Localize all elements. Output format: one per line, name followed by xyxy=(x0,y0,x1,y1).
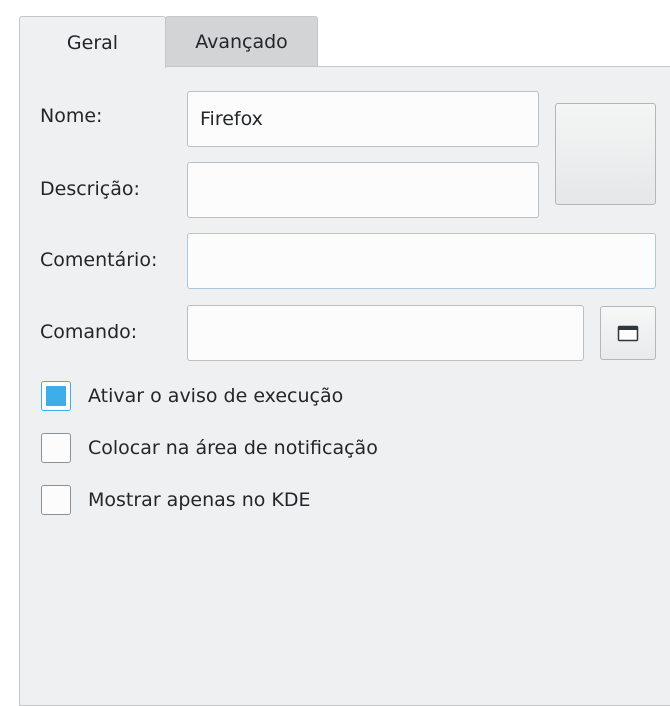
tab-advanced[interactable]: Avançado xyxy=(165,16,318,67)
properties-window: Geral Avançado Nome: Firefox Descrição: … xyxy=(0,0,670,706)
launch-feedback-checkbox[interactable] xyxy=(41,381,71,411)
tab-general-label: Geral xyxy=(66,31,119,54)
checkbox-checked-indicator xyxy=(46,386,66,406)
system-tray-label: Colocar na área de notificação xyxy=(88,437,378,459)
launch-feedback-option[interactable]: Ativar o aviso de execução xyxy=(41,376,343,416)
comment-input[interactable] xyxy=(187,233,656,289)
comment-label: Comentário: xyxy=(40,249,158,271)
name-input[interactable]: Firefox xyxy=(187,91,539,147)
system-tray-option[interactable]: Colocar na área de notificação xyxy=(41,428,378,468)
folder-icon xyxy=(617,325,639,342)
description-label: Descrição: xyxy=(40,178,140,200)
general-panel: Nome: Firefox Descrição: Comentário: Com… xyxy=(19,66,670,706)
description-input[interactable] xyxy=(187,162,539,218)
tab-advanced-label: Avançado xyxy=(195,31,288,53)
command-label: Comando: xyxy=(40,321,138,343)
command-input[interactable] xyxy=(187,305,584,361)
kde-only-label: Mostrar apenas no KDE xyxy=(88,489,311,511)
launch-feedback-label: Ativar o aviso de execução xyxy=(88,385,344,407)
kde-only-checkbox[interactable] xyxy=(41,485,71,515)
system-tray-checkbox[interactable] xyxy=(41,433,71,463)
tab-general[interactable]: Geral xyxy=(19,16,166,68)
name-value: Firefox xyxy=(200,108,263,130)
name-label: Nome: xyxy=(40,105,103,127)
kde-only-option[interactable]: Mostrar apenas no KDE xyxy=(41,480,311,520)
application-icon-button[interactable] xyxy=(555,103,656,205)
browse-command-button[interactable] xyxy=(600,306,656,360)
